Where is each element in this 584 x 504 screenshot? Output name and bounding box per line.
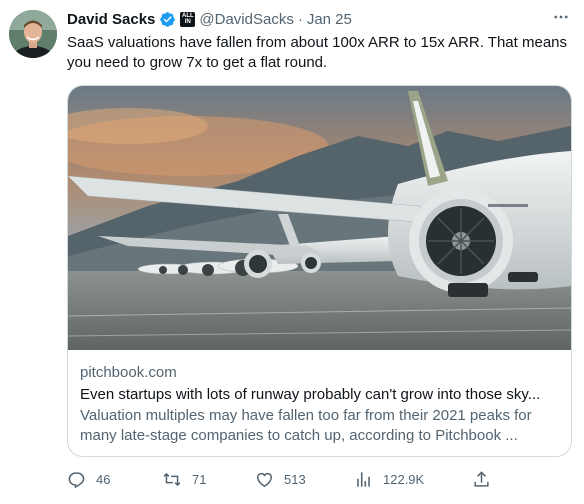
- share-button[interactable]: [472, 470, 491, 489]
- views-button[interactable]: 122.9K: [354, 470, 424, 489]
- retweet-count: 71: [192, 472, 207, 487]
- views-icon: [357, 472, 370, 487]
- card-domain[interactable]: pitchbook.com: [80, 363, 560, 383]
- reply-icon: [68, 472, 85, 489]
- reply-button[interactable]: 46: [67, 470, 110, 489]
- card-meta[interactable]: pitchbook.com Even startups with lots of…: [80, 363, 560, 446]
- retweet-button[interactable]: 71: [162, 470, 206, 489]
- card-image[interactable]: [68, 86, 571, 350]
- views-count: 122.9K: [383, 472, 425, 487]
- card-description: Valuation multiples may have fallen too …: [80, 407, 532, 444]
- tweet-text: SaaS valuations have fallen from about 1…: [67, 34, 568, 71]
- action-bar: 46 71 513 122.9K: [67, 470, 572, 494]
- card-title[interactable]: Even startups with lots of runway probab…: [80, 385, 560, 405]
- author-name[interactable]: David Sacks: [67, 11, 155, 28]
- reply-count: 46: [96, 472, 111, 487]
- share-icon: [474, 471, 489, 487]
- retweet-icon: [163, 472, 181, 487]
- affiliate-badge-icon[interactable]: ALL IN: [180, 11, 196, 27]
- affiliate-badge-line2: IN: [184, 19, 191, 25]
- tweet[interactable]: David Sacks ALL IN @DavidSacks · Jan 25 …: [0, 0, 584, 504]
- author-handle[interactable]: @DavidSacks: [199, 11, 293, 28]
- like-icon: [257, 472, 272, 488]
- link-card[interactable]: pitchbook.com Even startups with lots of…: [67, 85, 572, 457]
- avatar[interactable]: [9, 10, 57, 58]
- like-count: 513: [284, 472, 306, 487]
- more-icon[interactable]: [552, 8, 570, 31]
- verified-badge-icon[interactable]: [159, 11, 176, 28]
- like-button[interactable]: 513: [255, 470, 306, 489]
- tweet-header: David Sacks ALL IN @DavidSacks · Jan 25: [67, 9, 352, 29]
- separator-dot: ·: [297, 10, 303, 28]
- tweet-timestamp[interactable]: Jan 25: [307, 11, 352, 28]
